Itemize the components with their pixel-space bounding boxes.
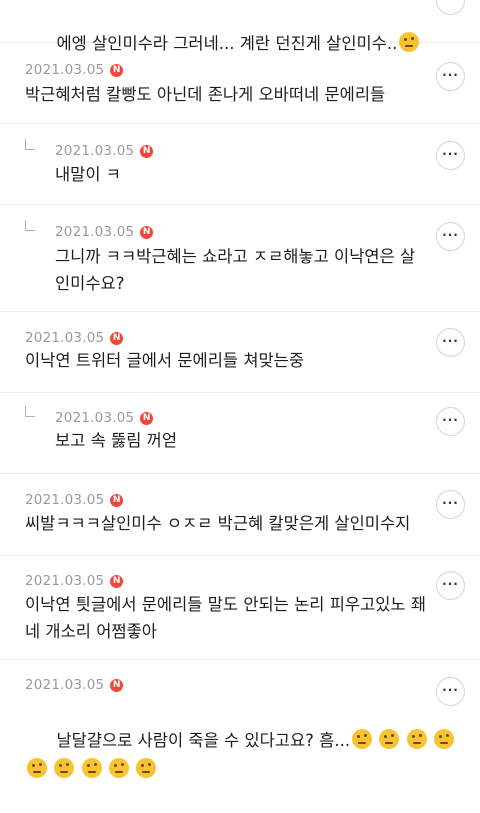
new-badge: N <box>110 678 124 692</box>
comment-meta: 2021.03.05 N <box>25 573 124 589</box>
comment-date: 2021.03.05 <box>25 330 105 346</box>
comment-text: 날달걀으로 사람이 죽을 수 있다고요? 흠... <box>25 697 454 813</box>
comment-text: 보고 속 뚫림 꺼얻 <box>55 431 177 450</box>
comment-item: 2021.03.05 N 이낙연 틧글에서 문에리들 말도 안되는 논리 피우고… <box>0 556 480 660</box>
comment-reply-item: 2021.03.05 N 그니까 ㅋㅋ박근혜는 쇼라고 ㅈㄹ해놓고 이낙연은 살… <box>0 205 480 312</box>
thinking-face-emoji-icon <box>406 729 427 749</box>
comment-meta: 2021.03.05 N <box>25 330 124 346</box>
comment-date: 2021.03.05 <box>25 573 105 589</box>
comment-text: 이낙연 트위터 글에서 문에리들 쳐맞는중 <box>25 351 305 370</box>
comment-date: 2021.03.05 <box>55 410 135 426</box>
comment-text: 그니까 ㅋㅋ박근혜는 쇼라고 ㅈㄹ해놓고 이낙연은 살 인미수요? <box>55 247 416 293</box>
comment-text: 박근혜처럼 칼빵도 아닌데 존나게 오바떠네 문에리들 <box>25 85 386 104</box>
new-badge: N <box>110 63 124 77</box>
more-options-button[interactable]: ··· <box>436 222 465 251</box>
more-options-button[interactable]: ··· <box>436 0 465 15</box>
comment-date: 2021.03.05 <box>55 143 135 159</box>
more-options-button[interactable]: ··· <box>436 328 465 357</box>
new-badge: N <box>140 411 154 425</box>
more-options-button[interactable]: ··· <box>436 677 465 706</box>
new-badge: N <box>140 144 154 158</box>
reply-arrow-icon <box>25 406 35 417</box>
thinking-face-emoji-icon <box>352 729 373 749</box>
comment-text: 이낙연 틧글에서 문에리들 말도 안되는 논리 피우고있노 좨 네 개소리 어쩜… <box>25 595 427 641</box>
comment-item: 에엥 살인미수라 그러네... 계란 던진게 살인미수.. ··· <box>0 0 480 53</box>
new-badge: N <box>110 331 124 345</box>
reply-arrow-icon <box>25 139 35 150</box>
comment-item: 2021.03.05 N 이낙연 트위터 글에서 문에리들 쳐맞는중 ··· <box>0 312 480 393</box>
more-options-button[interactable]: ··· <box>436 490 465 519</box>
comment-date: 2021.03.05 <box>55 224 135 240</box>
thinking-face-emoji-icon <box>108 758 129 778</box>
comment-text: 내말이 ㅋ <box>55 165 121 184</box>
thinking-face-emoji-icon <box>54 758 75 778</box>
thinking-face-emoji-icon <box>81 758 102 778</box>
comment-reply-item: 2021.03.05 N 내말이 ㅋ ··· <box>0 124 480 205</box>
thinking-face-emoji-icon <box>433 729 454 749</box>
new-badge: N <box>140 225 154 239</box>
comment-text: 씨발ㅋㅋㅋ살인미수 ㅇㅈㄹ 박근혜 칼맞은게 살인미수지 <box>25 514 411 533</box>
thinking-face-emoji-icon <box>379 729 400 749</box>
comment-meta: 2021.03.05 N <box>25 677 124 693</box>
comment-meta: 2021.03.05 N <box>25 62 124 78</box>
comment-date: 2021.03.05 <box>25 677 105 693</box>
comment-item: 2021.03.05 N 박근혜처럼 칼빵도 아닌데 존나게 오바떠네 문에리들… <box>0 43 480 124</box>
comment-date: 2021.03.05 <box>25 62 105 78</box>
more-options-button[interactable]: ··· <box>436 571 465 600</box>
comment-meta: 2021.03.05 N <box>55 224 154 240</box>
comment-date: 2021.03.05 <box>25 492 105 508</box>
more-options-button[interactable]: ··· <box>436 141 465 170</box>
comment-item: 2021.03.05 N 씨발ㅋㅋㅋ살인미수 ㅇㅈㄹ 박근혜 칼맞은게 살인미수… <box>0 474 480 556</box>
new-badge: N <box>110 574 124 588</box>
comment-item: 2021.03.05 N 날달걀으로 사람이 죽을 수 있다고요? 흠... ·… <box>0 660 480 778</box>
comment-meta: 2021.03.05 N <box>55 143 154 159</box>
comment-meta: 2021.03.05 N <box>55 410 154 426</box>
more-options-button[interactable]: ··· <box>436 407 465 436</box>
comment-meta: 2021.03.05 N <box>25 492 124 508</box>
new-badge: N <box>110 493 124 507</box>
comment-reply-item: 2021.03.05 N 보고 속 뚫림 꺼얻 ··· <box>0 393 480 474</box>
reply-arrow-icon <box>25 220 35 231</box>
more-options-button[interactable]: ··· <box>436 62 465 91</box>
thinking-face-emoji-icon <box>136 758 156 778</box>
thinking-face-emoji-icon <box>27 758 47 778</box>
